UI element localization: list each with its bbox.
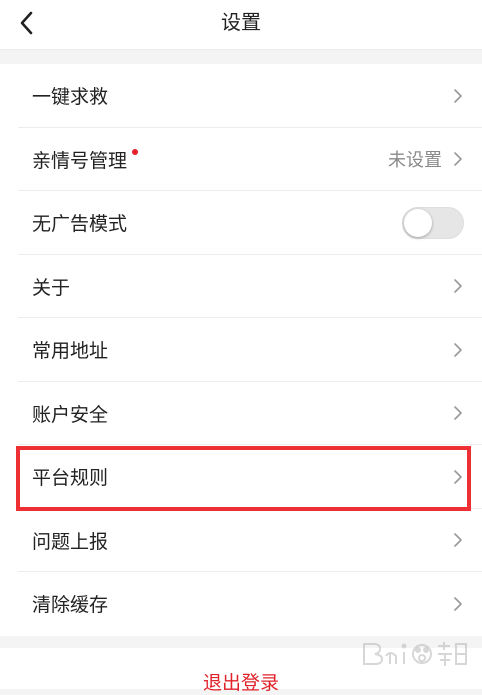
settings-item-label: 常用地址 [32, 340, 109, 363]
settings-item-value: 未设置 [388, 150, 442, 172]
chevron-right-icon [454, 342, 462, 357]
chevron-right-icon [454, 469, 462, 484]
settings-item-common-address[interactable]: 常用地址 [0, 318, 482, 382]
settings-item-label: 平台规则 [32, 467, 109, 490]
watermark-logo [363, 642, 467, 666]
settings-item-label: 无广告模式 [32, 213, 128, 236]
notification-dot [132, 149, 139, 156]
chevron-right-icon [454, 406, 462, 421]
settings-item-label: 账户安全 [32, 403, 109, 426]
ad-free-toggle[interactable] [402, 206, 464, 239]
settings-item-family-number[interactable]: 亲情号管理 未设置 [0, 128, 482, 192]
chevron-right-icon [454, 279, 462, 294]
settings-item-label: 亲情号管理 [32, 149, 128, 172]
toggle-knob [404, 208, 432, 237]
settings-item-label: 清除缓存 [32, 594, 109, 617]
settings-item-platform-rules[interactable]: 平台规则 [0, 445, 482, 509]
settings-item-label: 一键求救 [32, 86, 109, 109]
settings-item-clear-cache[interactable]: 清除缓存 [0, 572, 482, 636]
chevron-right-icon [454, 533, 462, 548]
settings-item-about[interactable]: 关于 [0, 255, 482, 319]
settings-item-label: 问题上报 [32, 530, 109, 553]
chevron-right-icon [454, 596, 462, 611]
settings-item-ad-free-mode: 无广告模式 [0, 191, 482, 255]
logout-button[interactable]: 退出登录 [0, 668, 482, 695]
settings-item-emergency[interactable]: 一键求救 [0, 64, 482, 128]
settings-list: 一键求救 亲情号管理 未设置 无广告模式 关于 常用地址 账户安全 平台规则 问… [0, 64, 482, 636]
settings-item-account-security[interactable]: 账户安全 [0, 382, 482, 446]
nav-header: 设置 [0, 0, 482, 50]
settings-item-report-issue[interactable]: 问题上报 [0, 509, 482, 573]
chevron-right-icon [454, 88, 462, 103]
settings-item-label: 关于 [32, 276, 71, 299]
page-title: 设置 [221, 10, 261, 34]
chevron-right-icon [454, 152, 462, 167]
